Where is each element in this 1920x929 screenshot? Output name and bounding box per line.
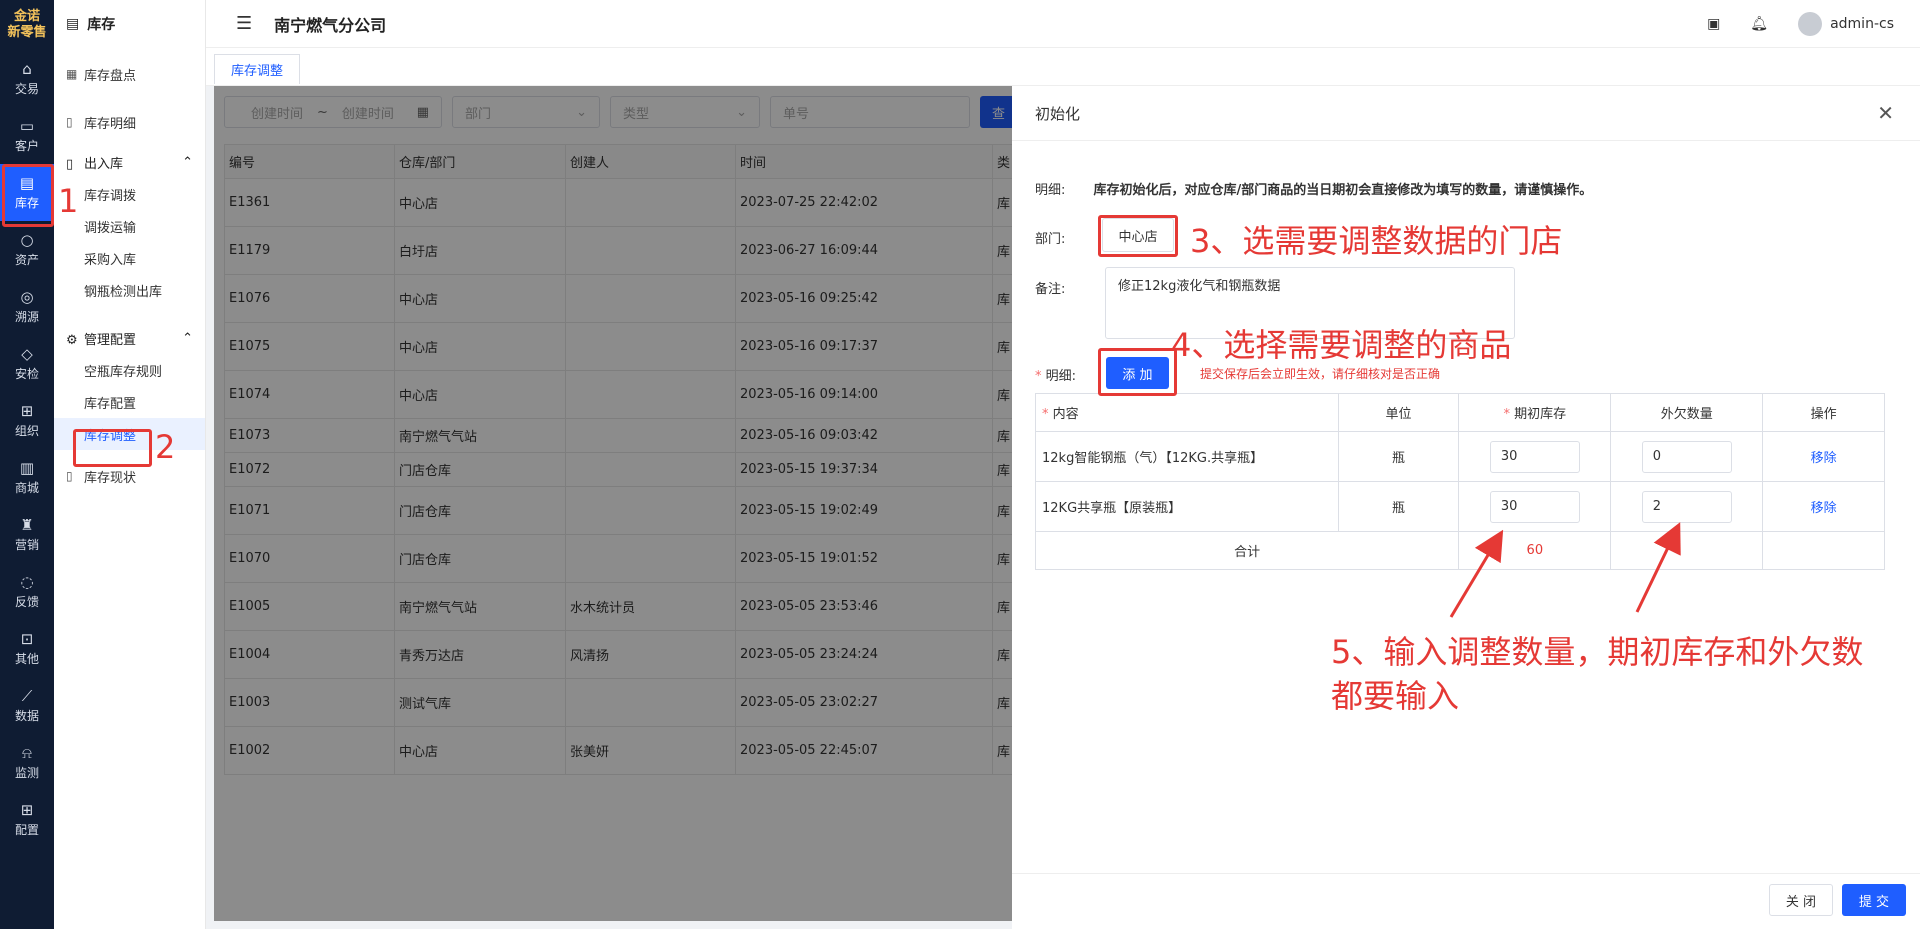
arrow-to-owed — [1635, 522, 1681, 613]
arrow-to-stock — [1449, 529, 1504, 618]
annotation-arrows — [1449, 522, 1681, 618]
